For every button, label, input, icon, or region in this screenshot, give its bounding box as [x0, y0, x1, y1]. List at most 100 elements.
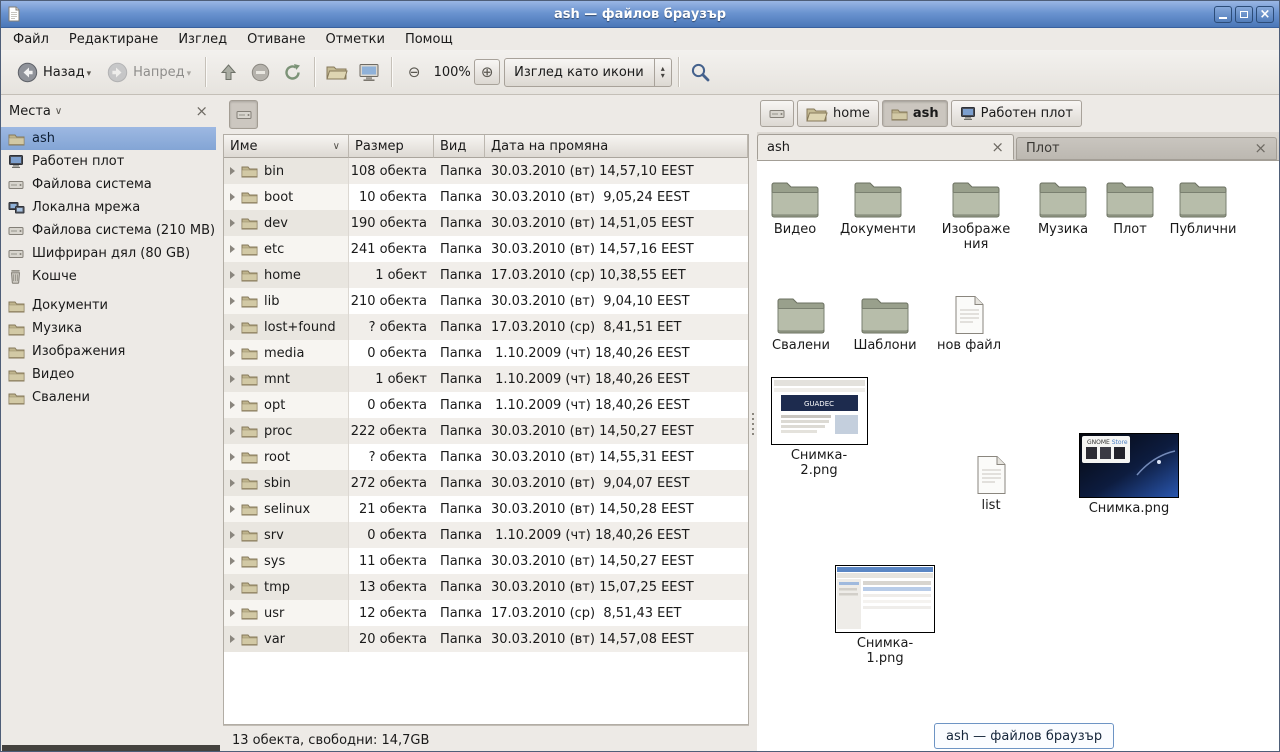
maximize-button[interactable] [1235, 6, 1253, 23]
file-row[interactable]: home 1 обект Папка 17.03.2010 (ср) 10,38… [224, 262, 748, 288]
expander-icon[interactable] [230, 609, 235, 617]
stop-button[interactable] [244, 56, 276, 88]
tab-close-button[interactable] [1254, 141, 1267, 156]
icon-view-item[interactable]: Шаблони [847, 289, 923, 353]
title-bar[interactable]: ash — файлов браузър × [1, 1, 1279, 28]
icon-view-item[interactable]: Снимка-1.png [835, 565, 935, 666]
forward-button[interactable]: Напред [99, 57, 199, 88]
tab[interactable]: ash [757, 134, 1014, 160]
file-row[interactable]: boot 10 обекта Папка 30.03.2010 (вт) 9,0… [224, 184, 748, 210]
sidebar-item[interactable]: Кошче [1, 265, 216, 288]
expander-icon[interactable] [230, 167, 235, 175]
zoom-level[interactable]: 100% [430, 65, 474, 80]
icon-view-item[interactable]: Свалени [763, 289, 839, 353]
expander-icon[interactable] [230, 401, 235, 409]
zoom-out-button[interactable]: ⊖ [398, 56, 430, 88]
sidebar-item[interactable]: Шифриран дял (80 GB) [1, 242, 216, 265]
column-header[interactable]: Дата на промяна [485, 135, 748, 158]
menu-item[interactable]: Отиване [237, 30, 315, 49]
file-row[interactable]: usr 12 обекта Папка 17.03.2010 (ср) 8,51… [224, 600, 748, 626]
file-row[interactable]: selinux 21 обекта Папка 30.03.2010 (вт) … [224, 496, 748, 522]
icon-view-item[interactable]: GUADEC Снимка-2.png [769, 377, 869, 478]
column-header[interactable]: Размер [349, 135, 434, 158]
column-header[interactable]: Вид [434, 135, 485, 158]
file-row[interactable]: root ? обекта Папка 30.03.2010 (вт) 14,5… [224, 444, 748, 470]
file-row[interactable]: etc 241 обекта Папка 30.03.2010 (вт) 14,… [224, 236, 748, 262]
icon-view-item[interactable]: Изображения [938, 173, 1014, 252]
path-button-root[interactable] [229, 100, 258, 129]
file-row[interactable]: sys 11 обекта Папка 30.03.2010 (вт) 14,5… [224, 548, 748, 574]
pane-splitter[interactable] [216, 95, 223, 752]
expander-icon[interactable] [230, 531, 235, 539]
zoom-in-button[interactable]: ⊕ [474, 59, 500, 85]
sidebar-item[interactable]: Работен плот [1, 150, 216, 173]
column-header[interactable]: Име [224, 135, 349, 158]
tab[interactable]: Плот [1016, 137, 1277, 160]
up-button[interactable] [212, 56, 244, 88]
file-row[interactable]: mnt 1 обект Папка 1.10.2009 (чт) 18,40,2… [224, 366, 748, 392]
sidebar-item[interactable]: Файлова система [1, 173, 216, 196]
expander-icon[interactable] [230, 427, 235, 435]
menu-item[interactable]: Изглед [168, 30, 237, 49]
sidebar-item[interactable]: Видео [1, 363, 216, 386]
sidebar-item[interactable]: Файлова система (210 MB) [1, 219, 216, 242]
expander-icon[interactable] [230, 193, 235, 201]
expander-icon[interactable] [230, 453, 235, 461]
close-button[interactable]: × [1256, 6, 1274, 23]
expander-icon[interactable] [230, 583, 235, 591]
sidebar-item[interactable]: Свалени [1, 386, 216, 409]
sidebar-item[interactable]: Документи [1, 294, 216, 317]
file-row[interactable]: var 20 обекта Папка 30.03.2010 (вт) 14,5… [224, 626, 748, 652]
expander-icon[interactable] [230, 635, 235, 643]
expander-icon[interactable] [230, 505, 235, 513]
expander-icon[interactable] [230, 375, 235, 383]
search-button[interactable] [685, 56, 717, 88]
file-row[interactable]: media 0 обекта Папка 1.10.2009 (чт) 18,4… [224, 340, 748, 366]
minimize-button[interactable] [1214, 6, 1232, 23]
computer-button[interactable] [353, 56, 385, 88]
back-button[interactable]: Назад [9, 57, 99, 88]
file-row[interactable]: opt 0 обекта Папка 1.10.2009 (чт) 18,40,… [224, 392, 748, 418]
menu-item[interactable]: Файл [3, 30, 59, 49]
home-button[interactable] [321, 56, 353, 88]
path-button[interactable]: ash [882, 100, 948, 127]
menu-item[interactable]: Отметки [315, 30, 394, 49]
file-row[interactable]: sbin 272 обекта Папка 30.03.2010 (вт) 9,… [224, 470, 748, 496]
reload-button[interactable] [276, 56, 308, 88]
tab-close-button[interactable] [991, 140, 1004, 155]
icon-view-item[interactable]: GNOME Store Снимка.png [1079, 433, 1179, 516]
menu-item[interactable]: Помощ [395, 30, 463, 49]
menu-item[interactable]: Редактиране [59, 30, 168, 49]
icon-view-item[interactable]: Документи [840, 173, 916, 237]
file-row[interactable]: bin 108 обекта Папка 30.03.2010 (вт) 14,… [224, 158, 748, 184]
view-mode-select[interactable]: Изглед като икони ▴▾ [504, 58, 672, 87]
icon-view[interactable]: Видео Документи Изображения Музи [757, 161, 1279, 752]
expander-icon[interactable] [230, 479, 235, 487]
file-row[interactable]: srv 0 обекта Папка 1.10.2009 (чт) 18,40,… [224, 522, 748, 548]
file-row[interactable]: tmp 13 обекта Папка 30.03.2010 (вт) 15,0… [224, 574, 748, 600]
sidebar-item[interactable]: Локална мрежа [1, 196, 216, 219]
pane-splitter[interactable] [749, 95, 757, 752]
file-row[interactable]: proc 222 обекта Папка 30.03.2010 (вт) 14… [224, 418, 748, 444]
expander-icon[interactable] [230, 349, 235, 357]
icon-view-item[interactable]: Видео [757, 173, 833, 237]
icon-view-item[interactable]: Плот [1092, 173, 1168, 237]
expander-icon[interactable] [230, 271, 235, 279]
expander-icon[interactable] [230, 323, 235, 331]
sidebar-item[interactable]: Изображения [1, 340, 216, 363]
path-button[interactable]: Работен плот [951, 100, 1082, 127]
expander-icon[interactable] [230, 297, 235, 305]
expander-icon[interactable] [230, 245, 235, 253]
path-button[interactable]: home [797, 100, 879, 127]
file-row[interactable]: lib 210 обекта Папка 30.03.2010 (вт) 9,0… [224, 288, 748, 314]
icon-view-item[interactable]: Публични [1165, 173, 1241, 237]
file-row[interactable]: dev 190 обекта Папка 30.03.2010 (вт) 14,… [224, 210, 748, 236]
icon-view-item[interactable]: Музика [1025, 173, 1101, 237]
expander-icon[interactable] [230, 557, 235, 565]
expander-icon[interactable] [230, 219, 235, 227]
sidebar-close-button[interactable] [195, 104, 208, 119]
path-button[interactable] [760, 100, 794, 127]
sidebar-view-select[interactable]: Места [9, 104, 62, 119]
icon-view-item[interactable]: нов файл [931, 289, 1007, 353]
icon-view-item[interactable]: list [953, 449, 1029, 513]
